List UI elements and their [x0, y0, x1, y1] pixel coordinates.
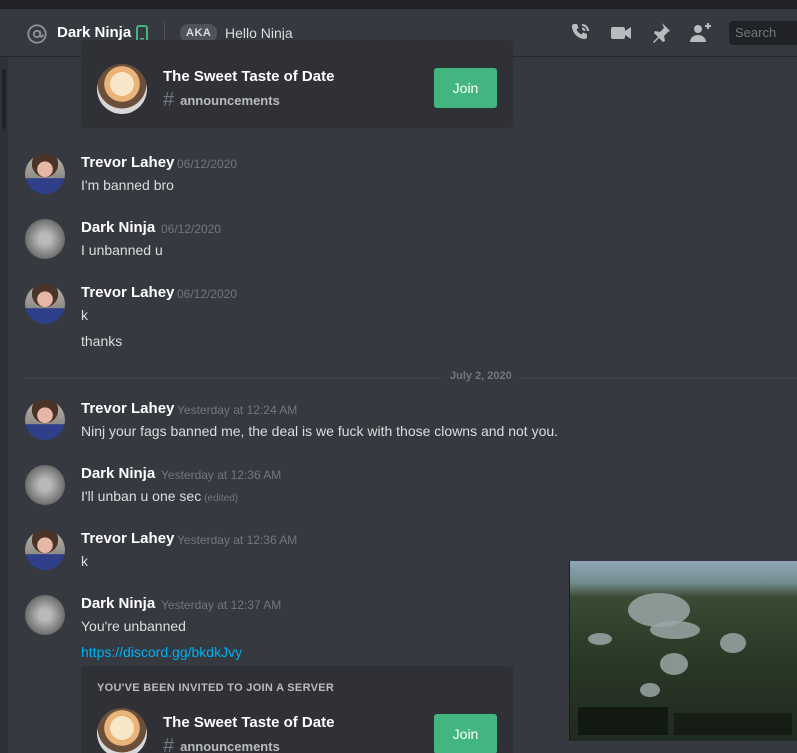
- avatar[interactable]: [25, 284, 65, 324]
- message-timestamp: 06/12/2020: [161, 222, 222, 236]
- terrain-patch: [660, 653, 688, 675]
- message-content: k: [81, 307, 88, 323]
- scrollbar-thumb[interactable]: [2, 69, 6, 129]
- message-content: I unbanned u: [81, 242, 163, 258]
- message-content: You're unbanned: [81, 618, 186, 634]
- search-input[interactable]: Search: [729, 21, 797, 45]
- guild-name[interactable]: The Sweet Taste of Date: [163, 68, 334, 85]
- join-button[interactable]: Join: [434, 714, 497, 753]
- terrain-patch: [588, 633, 612, 645]
- video-icon[interactable]: [609, 21, 633, 45]
- message-author[interactable]: Dark Ninja: [81, 219, 155, 236]
- avatar[interactable]: [25, 465, 65, 505]
- game-hud: [578, 707, 668, 735]
- message-author[interactable]: Trevor Lahey: [81, 400, 174, 417]
- avatar[interactable]: [25, 219, 65, 259]
- terrain-patch: [640, 683, 660, 697]
- guild-channel-name: announcements: [180, 738, 280, 753]
- scrollbar-track[interactable]: [0, 57, 8, 753]
- message-timestamp: Yesterday at 12:36 AM: [177, 533, 298, 547]
- guild-channel: # announcements: [163, 90, 280, 110]
- message-author[interactable]: Trevor Lahey: [81, 154, 174, 171]
- avatar[interactable]: [25, 400, 65, 440]
- avatar[interactable]: [25, 595, 65, 635]
- guild-channel: # announcements: [163, 736, 280, 753]
- avatar[interactable]: [25, 154, 65, 194]
- guild-icon[interactable]: [97, 708, 147, 753]
- message-author[interactable]: Dark Ninja: [81, 465, 155, 482]
- pin-icon[interactable]: [648, 21, 672, 45]
- dm-nickname: Hello Ninja: [225, 25, 293, 41]
- message-timestamp: Yesterday at 12:36 AM: [161, 468, 282, 482]
- avatar[interactable]: [25, 530, 65, 570]
- at-icon: [27, 24, 47, 44]
- message-content: I'll unban u one sec (edited): [81, 488, 238, 504]
- server-invite-embed: You've been invited to join a server The…: [81, 666, 513, 753]
- invite-link[interactable]: https://discord.gg/bkdkJvy: [81, 644, 242, 660]
- guild-channel-name: announcements: [180, 92, 280, 108]
- message-timestamp: Yesterday at 12:24 AM: [177, 403, 298, 417]
- message-timestamp: Yesterday at 12:37 AM: [161, 598, 282, 612]
- message-author[interactable]: Trevor Lahey: [81, 530, 174, 547]
- date-divider-label: July 2, 2020: [443, 370, 519, 382]
- guild-name[interactable]: The Sweet Taste of Date: [163, 714, 334, 731]
- join-button[interactable]: Join: [434, 68, 497, 108]
- server-invite-embed: The Sweet Taste of Date # announcements …: [81, 40, 513, 128]
- message-text: I'll unban u one sec: [81, 488, 202, 504]
- message-timestamp: 06/12/2020: [177, 157, 238, 171]
- invite-title: You've been invited to join a server: [97, 682, 335, 694]
- terrain-patch: [720, 633, 746, 653]
- message-content: Ninj your fags banned me, the deal is we…: [81, 423, 559, 439]
- message-content: k: [81, 553, 88, 569]
- message-author[interactable]: Dark Ninja: [81, 595, 155, 612]
- terrain-patch: [650, 621, 700, 639]
- guild-icon[interactable]: [97, 64, 147, 114]
- add-member-icon[interactable]: [689, 21, 713, 45]
- call-icon[interactable]: [568, 21, 592, 45]
- message-author[interactable]: Trevor Lahey: [81, 284, 174, 301]
- message-content: I'm banned bro: [81, 177, 174, 193]
- message-content: thanks: [81, 333, 123, 349]
- window-top-strip: [0, 0, 797, 9]
- game-hud: [674, 713, 792, 735]
- hash-icon: #: [163, 735, 175, 753]
- game-overlay-preview[interactable]: [569, 561, 797, 741]
- edited-indicator: (edited): [204, 493, 239, 504]
- hash-icon: #: [163, 89, 175, 111]
- message-timestamp: 06/12/2020: [177, 287, 238, 301]
- date-divider: [25, 378, 797, 379]
- dm-recipient-name: Dark Ninja: [57, 24, 132, 41]
